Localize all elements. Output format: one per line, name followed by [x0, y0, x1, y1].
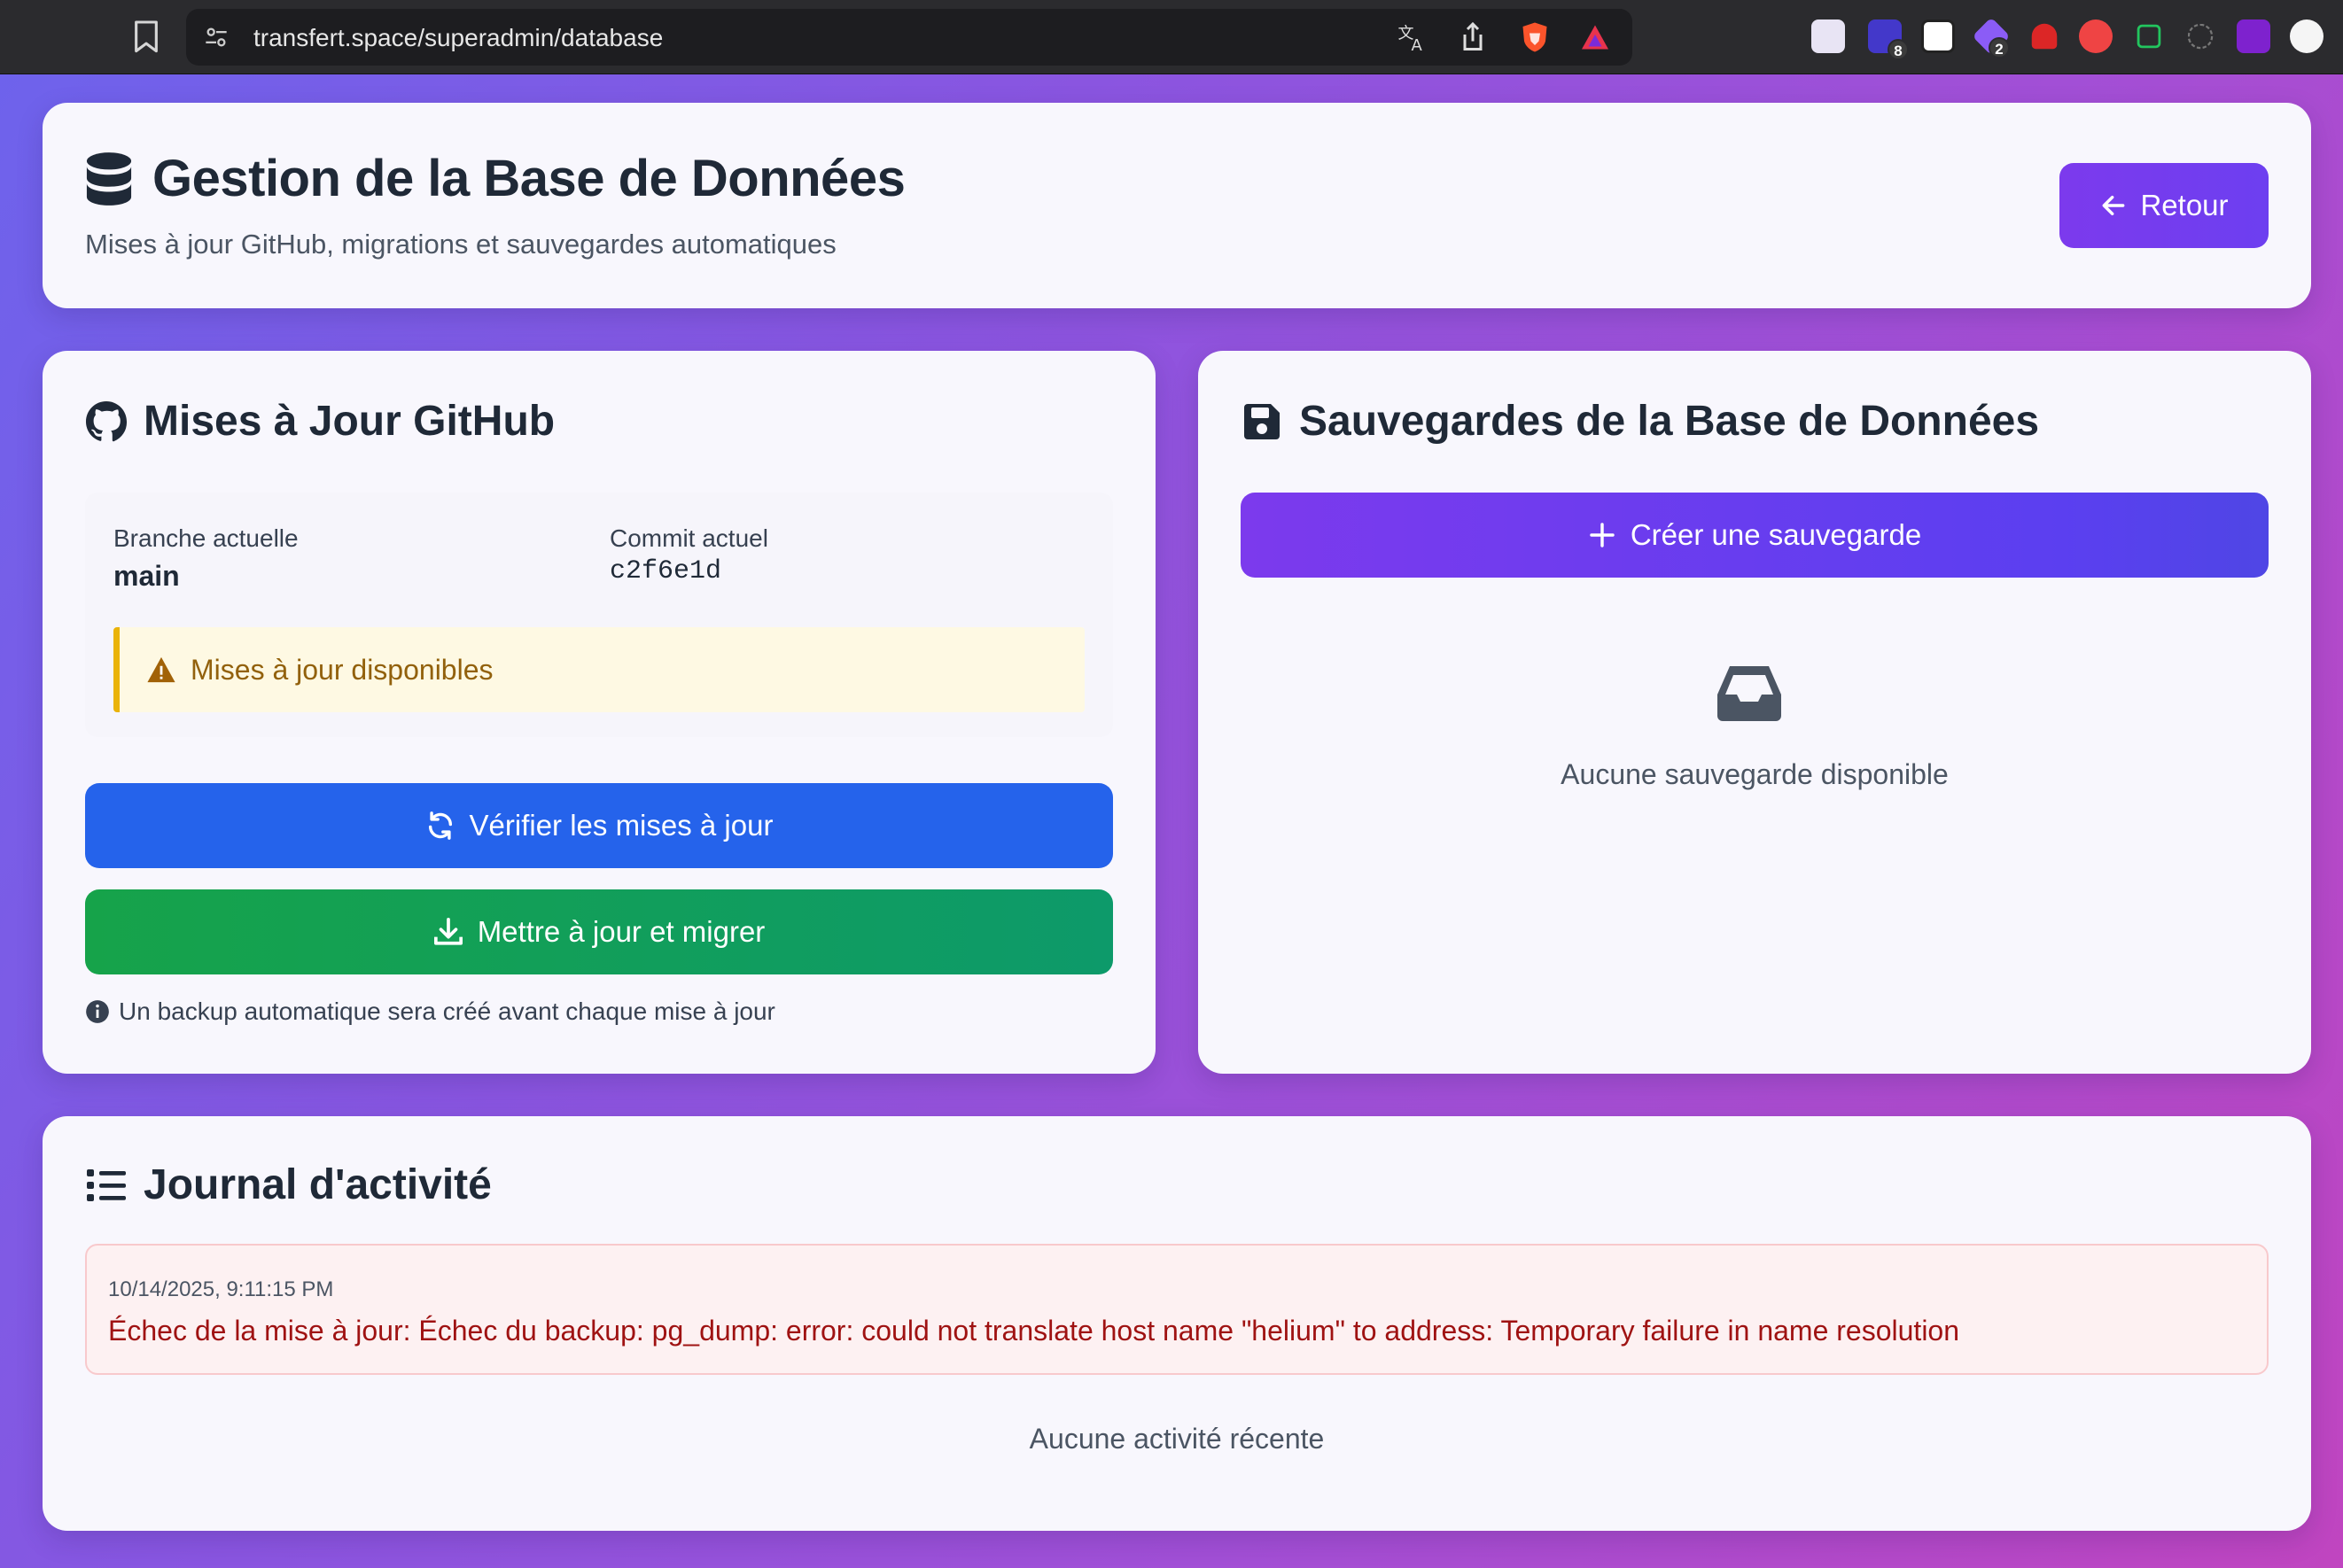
check-updates-button[interactable]: Vérifier les mises à jour [85, 783, 1113, 868]
branch-value: main [113, 560, 180, 592]
backups-panel: Sauvegardes de la Base de Données Créer … [1198, 351, 2311, 1074]
site-settings-icon[interactable] [204, 25, 229, 50]
info-icon [86, 1000, 109, 1023]
github-icon [86, 400, 128, 441]
notion-icon[interactable] [1921, 19, 1955, 53]
extension-red-icon[interactable] [2079, 19, 2113, 53]
inbox-icon [1717, 666, 1781, 721]
page-title: Gestion de la Base de Données [152, 150, 906, 207]
extension-recycle-icon[interactable] [2187, 23, 2214, 50]
extension-pin-icon[interactable] [2031, 23, 2058, 50]
extension-stack-icon[interactable]: 8 [1868, 19, 1909, 60]
empty-backups-text: Aucune sauvegarde disponible [1561, 758, 1949, 790]
log-message: Échec de la mise à jour: Échec du backup… [108, 1315, 1960, 1347]
extension-r-icon[interactable] [2237, 19, 2270, 53]
save-icon [1244, 403, 1280, 439]
alert-text: Mises à jour disponibles [191, 654, 494, 686]
branch-label: Branche actuelle [113, 524, 299, 552]
github-section-title: Mises à Jour GitHub [85, 397, 555, 446]
address-bar[interactable]: transfert.space/superadmin/database 文 A [186, 9, 1632, 66]
warning-icon [147, 656, 175, 683]
footnote-text: Un backup automatique sera créé avant ch… [119, 997, 775, 1025]
browser-toolbar: transfert.space/superadmin/database 文 A … [0, 0, 2343, 74]
list-icon [87, 1168, 126, 1201]
download-icon [433, 917, 463, 945]
update-and-migrate-label: Mettre à jour et migrer [477, 915, 766, 948]
database-icon [86, 152, 132, 206]
github-updates-panel: Mises à Jour GitHub Branche actuelle mai… [43, 351, 1156, 1074]
brave-rewards-icon[interactable] [1579, 21, 1611, 53]
svg-text:A: A [1412, 36, 1423, 53]
log-entry-error: 10/14/2025, 9:11:15 PM Échec de la mise … [85, 1244, 2269, 1375]
backups-section-title: Sauvegardes de la Base de Données [1241, 397, 2039, 446]
activity-title-text: Journal d'activité [144, 1161, 492, 1208]
plus-icon [1590, 523, 1615, 547]
url-text[interactable]: transfert.space/superadmin/database [253, 24, 663, 52]
extension-chat-icon[interactable] [2137, 24, 2161, 49]
extension-mail-icon[interactable] [1811, 19, 1845, 53]
commit-label: Commit actuel [610, 524, 768, 552]
create-backup-label: Créer une sauvegarde [1630, 518, 1922, 551]
arrow-left-icon [2103, 195, 2125, 216]
bookmark-icon[interactable] [131, 19, 161, 55]
commit-value: c2f6e1d [610, 556, 722, 586]
log-timestamp: 10/14/2025, 9:11:15 PM [108, 1277, 334, 1301]
share-icon[interactable] [1457, 21, 1489, 53]
updates-available-alert: Mises à jour disponibles [113, 627, 1085, 712]
sync-icon [428, 811, 452, 840]
empty-activity-text: Aucune activité récente [1029, 1423, 1325, 1455]
page-subtitle: Mises à jour GitHub, migrations et sauve… [85, 229, 837, 260]
check-updates-label: Vérifier les mises à jour [469, 809, 774, 842]
page-header: Gestion de la Base de Données Mises à jo… [43, 103, 2311, 308]
backups-title-text: Sauvegardes de la Base de Données [1299, 398, 2040, 445]
github-title-text: Mises à Jour GitHub [144, 398, 556, 445]
extension-panda-icon[interactable] [2290, 19, 2324, 53]
brave-shields-icon[interactable] [1519, 21, 1551, 53]
back-button-label: Retour [2140, 189, 2229, 221]
create-backup-button[interactable]: Créer une sauvegarde [1241, 493, 2269, 578]
activity-log-panel: Journal d'activité 10/14/2025, 9:11:15 P… [43, 1116, 2311, 1531]
update-and-migrate-button[interactable]: Mettre à jour et migrer [85, 889, 1113, 974]
back-button[interactable]: Retour [2059, 163, 2269, 248]
backup-footnote: Un backup automatique sera créé avant ch… [85, 997, 775, 1026]
translate-icon[interactable]: 文 A [1397, 21, 1428, 54]
activity-section-title: Journal d'activité [85, 1160, 492, 1209]
